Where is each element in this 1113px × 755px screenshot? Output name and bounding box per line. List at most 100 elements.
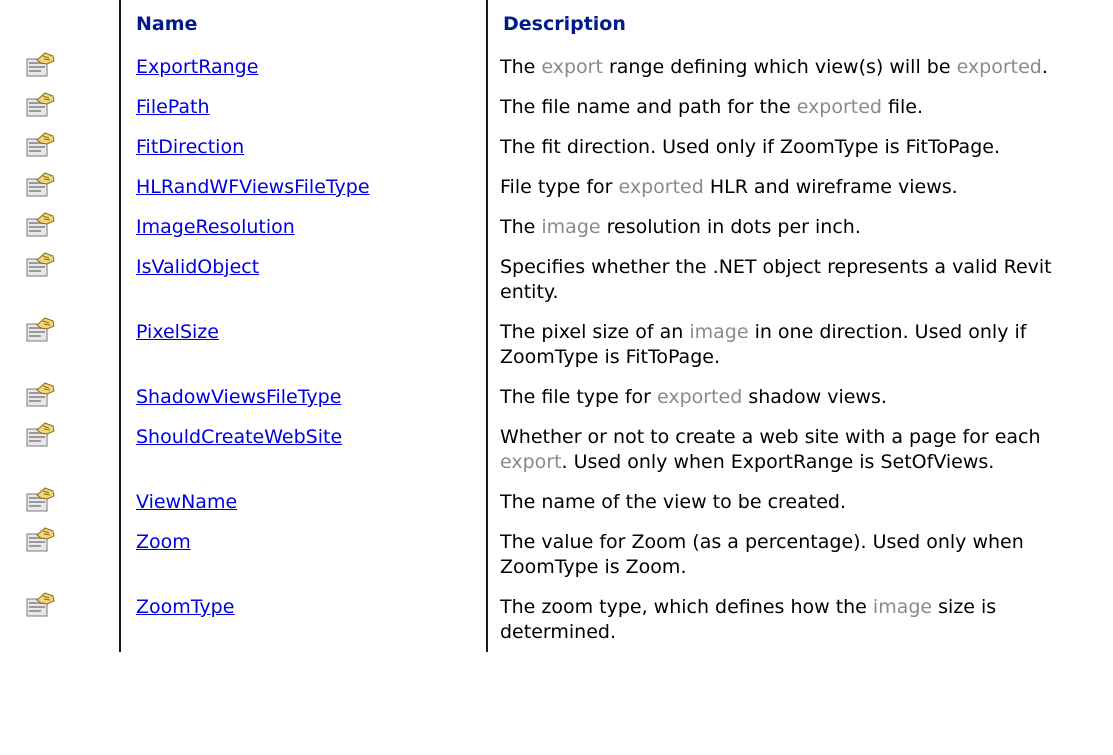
icon-cell — [0, 247, 120, 312]
name-cell: FilePath — [119, 86, 487, 127]
table-row: ImageResolution The image resolution in d… — [0, 206, 1113, 247]
description-text: resolution in dots per inch. — [600, 216, 861, 238]
table-row: Zoom The value for Zoom (as a percentage)… — [0, 521, 1113, 587]
member-link[interactable]: FitDirection — [136, 136, 244, 158]
description-text: The zoom type, which defines how the — [500, 596, 873, 618]
property-icon — [23, 132, 119, 158]
member-link[interactable]: PixelSize — [136, 321, 219, 343]
table-row: FitDirection The fit direction. Used only… — [0, 126, 1113, 167]
header-description: Description — [486, 0, 1113, 47]
icon-cell — [0, 312, 120, 377]
name-cell: ImageResolution — [119, 206, 487, 247]
members-table: Name Description ExportRange The export r… — [0, 0, 1113, 652]
name-cell: Zoom — [119, 521, 487, 587]
member-link[interactable]: FilePath — [136, 96, 210, 118]
icon-cell — [0, 522, 120, 587]
highlighted-term: exported — [618, 176, 704, 198]
description-text: The value for Zoom (as a percentage). Us… — [500, 531, 1024, 578]
highlighted-term: image — [872, 596, 933, 618]
description-text: The name of the view to be created. — [500, 491, 846, 513]
icon-cell — [0, 127, 120, 167]
name-cell: IsValidObject — [119, 246, 487, 312]
highlighted-term: exported — [956, 56, 1042, 78]
icon-cell — [0, 587, 120, 652]
property-icon — [23, 317, 119, 343]
description-text: Whether or not to create a web site with… — [500, 426, 1041, 448]
name-cell: ShouldCreateWebSite — [119, 416, 487, 482]
description-text: Specifies whether the .NET object repres… — [500, 256, 1052, 303]
highlighted-term: export — [541, 56, 603, 78]
member-link[interactable]: Zoom — [136, 531, 191, 553]
table-row: PixelSize The pixel size of an image in o… — [0, 311, 1113, 377]
name-cell: ExportRange — [119, 47, 487, 87]
member-link[interactable]: ViewName — [136, 491, 237, 513]
table-row: ShadowViewsFileType The file type for exp… — [0, 376, 1113, 417]
description-cell: Whether or not to create a web site with… — [486, 416, 1113, 482]
description-text: shadow views. — [742, 386, 887, 408]
icon-cell — [0, 417, 120, 482]
member-link[interactable]: ShouldCreateWebSite — [136, 426, 342, 448]
description-cell: The fit direction. Used only if ZoomType… — [486, 126, 1113, 167]
description-cell: The image resolution in dots per inch. — [486, 206, 1113, 247]
description-cell: The export range defining which view(s) … — [486, 47, 1113, 87]
description-text: The fit direction. Used only if ZoomType… — [500, 136, 1000, 158]
description-cell: The value for Zoom (as a percentage). Us… — [486, 521, 1113, 587]
description-text: The file type for — [500, 386, 658, 408]
property-icon — [23, 92, 119, 118]
description-text: The — [500, 216, 542, 238]
property-icon — [23, 212, 119, 238]
icon-cell — [0, 482, 120, 522]
name-cell: HLRandWFViewsFileType — [119, 166, 487, 207]
description-cell: File type for exported HLR and wireframe… — [486, 166, 1113, 207]
members-body: ExportRange The export range defining whi… — [0, 47, 1113, 652]
member-link[interactable]: ImageResolution — [136, 216, 295, 238]
description-cell: The zoom type, which defines how the ima… — [486, 586, 1113, 652]
highlighted-term: exported — [657, 386, 743, 408]
member-link[interactable]: ZoomType — [136, 596, 234, 618]
description-text: range defining which view(s) will be — [602, 56, 957, 78]
header-icon-column — [0, 0, 120, 47]
table-row: FilePath The file name and path for the e… — [0, 86, 1113, 127]
property-icon — [23, 487, 119, 513]
description-text: HLR and wireframe views. — [703, 176, 958, 198]
name-cell: FitDirection — [119, 126, 487, 167]
name-cell: ViewName — [119, 481, 487, 522]
icon-cell — [0, 377, 120, 417]
table-row: IsValidObject Specifies whether the .NET … — [0, 246, 1113, 312]
property-icon — [23, 252, 119, 278]
member-link[interactable]: ShadowViewsFileType — [136, 386, 341, 408]
description-text: File type for — [500, 176, 619, 198]
icon-cell — [0, 47, 120, 87]
property-icon — [23, 422, 119, 448]
property-icon — [23, 527, 119, 553]
description-text: The — [500, 56, 542, 78]
table-row: ShouldCreateWebSite Whether or not to cre… — [0, 416, 1113, 482]
description-text: . — [1041, 56, 1048, 78]
member-link[interactable]: HLRandWFViewsFileType — [136, 176, 370, 198]
icon-cell — [0, 207, 120, 247]
description-text: file. — [881, 96, 923, 118]
property-icon — [23, 382, 119, 408]
highlighted-term: exported — [796, 96, 882, 118]
member-link[interactable]: IsValidObject — [136, 256, 259, 278]
description-text: . Used only when ExportRange is SetOfVie… — [561, 451, 995, 473]
table-row: ExportRange The export range defining whi… — [0, 47, 1113, 87]
icon-cell — [0, 87, 120, 127]
header-row: Name Description — [0, 0, 1113, 47]
table-row: ZoomType The zoom type, which defines how… — [0, 586, 1113, 652]
description-cell: Specifies whether the .NET object repres… — [486, 246, 1113, 312]
description-cell: The file type for exported shadow views. — [486, 376, 1113, 417]
property-icon — [23, 592, 119, 618]
name-cell: ZoomType — [119, 586, 487, 652]
name-cell: PixelSize — [119, 311, 487, 377]
table-row: HLRandWFViewsFileType File type for expor… — [0, 166, 1113, 207]
highlighted-term: image — [541, 216, 601, 238]
description-text: The pixel size of an — [500, 321, 690, 343]
member-link[interactable]: ExportRange — [136, 56, 258, 78]
header-name: Name — [119, 0, 487, 47]
description-text: The file name and path for the — [500, 96, 797, 118]
property-icon — [23, 172, 119, 198]
description-cell: The pixel size of an image in one direct… — [486, 311, 1113, 377]
name-cell: ShadowViewsFileType — [119, 376, 487, 417]
highlighted-term: image — [689, 321, 749, 343]
